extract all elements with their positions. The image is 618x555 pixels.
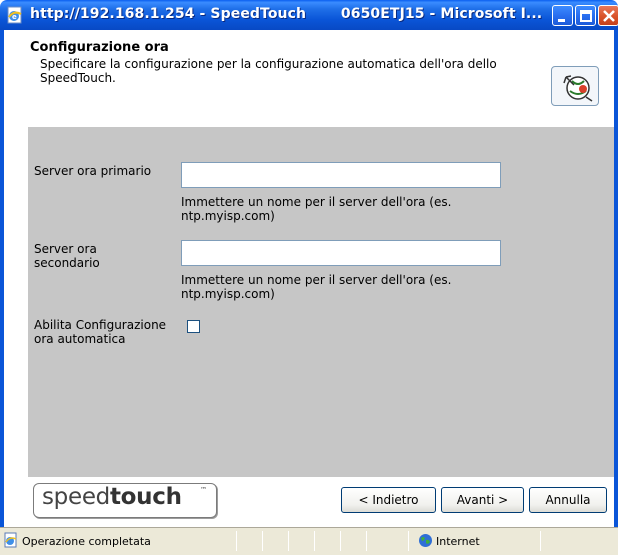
status-divider — [314, 531, 315, 551]
back-button[interactable]: < Indietro — [341, 487, 436, 513]
page-done-icon — [4, 532, 17, 548]
internet-globe-icon — [419, 534, 432, 547]
minimize-button[interactable] — [552, 5, 573, 26]
status-divider — [340, 531, 341, 551]
maximize-icon — [580, 10, 592, 22]
close-button[interactable] — [598, 5, 618, 26]
cancel-button[interactable]: Annulla — [529, 487, 607, 513]
minimize-icon — [558, 19, 565, 22]
auto-config-label: Abilita Configurazione ora automatica — [34, 318, 167, 346]
status-divider — [288, 531, 289, 551]
window-title: http://192.168.1.254 - SpeedTouch 0650ET… — [30, 6, 543, 22]
status-divider — [236, 531, 237, 551]
brand-bold: touch — [109, 484, 182, 510]
title-bar[interactable]: e http://192.168.1.254 - SpeedTouch 0650… — [0, 0, 618, 30]
status-divider — [408, 531, 409, 551]
status-text: Operazione completata — [22, 535, 151, 548]
secondary-server-label: Server ora secondario — [34, 242, 100, 270]
close-icon — [603, 10, 615, 22]
auto-config-checkbox[interactable] — [187, 320, 200, 333]
page-description: Specificare la configurazione per la con… — [40, 57, 497, 85]
ie-page-icon: e — [7, 6, 22, 24]
status-divider — [366, 531, 367, 551]
status-divider — [262, 531, 263, 551]
speedtouch-logo-text: speedtouch — [42, 484, 182, 510]
primary-server-hint: Immettere un nome per il server dell'ora… — [181, 195, 452, 223]
zone-text: Internet — [436, 535, 480, 548]
page-title: Configurazione ora — [30, 40, 169, 55]
brand-light: speed — [42, 484, 110, 510]
clock-globe-icon — [551, 66, 599, 106]
status-divider — [540, 531, 541, 551]
primary-server-label: Server ora primario — [34, 164, 152, 178]
brand-trademark: ™ — [200, 486, 207, 494]
secondary-server-input[interactable] — [181, 240, 501, 266]
maximize-button[interactable] — [575, 5, 596, 26]
secondary-server-hint: Immettere un nome per il server dell'ora… — [181, 273, 452, 301]
window-frame-right — [614, 30, 618, 555]
svg-text:e: e — [12, 13, 17, 21]
primary-server-input[interactable] — [181, 162, 501, 188]
next-button[interactable]: Avanti > — [441, 487, 524, 513]
